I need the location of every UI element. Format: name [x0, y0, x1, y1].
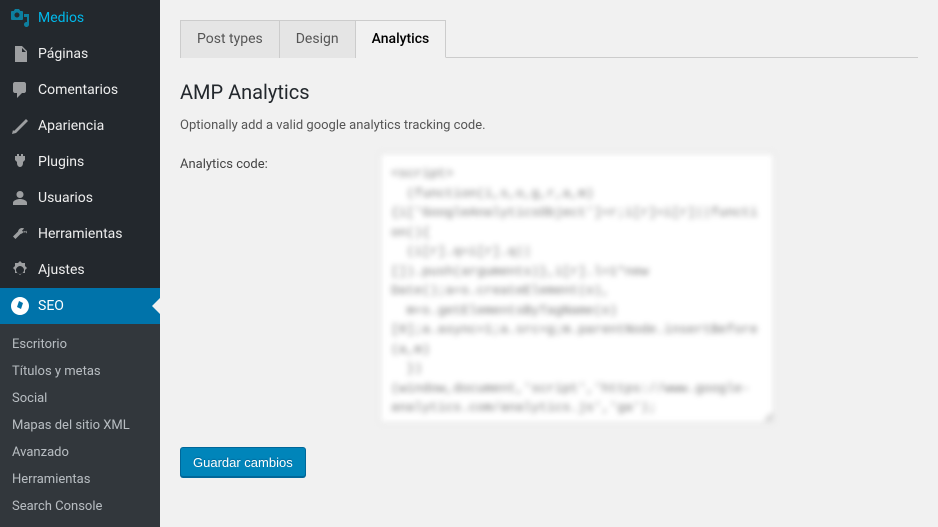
- sidebar-item-label: Páginas: [38, 46, 88, 62]
- submenu-item-search-console[interactable]: Search Console: [0, 493, 160, 520]
- submenu-item-dashboard[interactable]: Escritorio: [0, 331, 160, 358]
- sidebar-item-media[interactable]: Medios: [0, 0, 160, 36]
- sidebar-item-appearance[interactable]: Apariencia: [0, 108, 160, 144]
- sidebar-item-label: Herramientas: [38, 226, 123, 242]
- sidebar-item-label: Apariencia: [38, 118, 104, 134]
- tab-analytics[interactable]: Analytics: [356, 20, 447, 58]
- section-title: AMP Analytics: [180, 80, 918, 104]
- seo-submenu: Escritorio Títulos y metas Social Mapas …: [0, 324, 160, 527]
- sidebar-item-plugins[interactable]: Plugins: [0, 144, 160, 180]
- sidebar-item-pages[interactable]: Páginas: [0, 36, 160, 72]
- submenu-item-sitemaps[interactable]: Mapas del sitio XML: [0, 412, 160, 439]
- tools-icon: [10, 224, 30, 244]
- tab-post-types[interactable]: Post types: [180, 20, 280, 58]
- sidebar-item-tools[interactable]: Herramientas: [0, 216, 160, 252]
- settings-icon: [10, 260, 30, 280]
- plugins-icon: [10, 152, 30, 172]
- admin-sidebar: Medios Páginas Comentarios Apariencia Pl…: [0, 0, 160, 513]
- comments-icon: [10, 80, 30, 100]
- media-icon: [10, 8, 30, 28]
- submenu-item-social[interactable]: Social: [0, 385, 160, 412]
- submenu-item-advanced[interactable]: Avanzado: [0, 439, 160, 466]
- sidebar-item-label: SEO: [38, 298, 64, 314]
- sidebar-item-seo[interactable]: SEO: [0, 288, 160, 324]
- tab-design[interactable]: Design: [280, 20, 356, 58]
- main-content: Post types Design Analytics AMP Analytic…: [160, 0, 938, 513]
- sidebar-item-label: Comentarios: [38, 82, 118, 98]
- analytics-code-label: Analytics code:: [180, 153, 380, 172]
- save-button[interactable]: Guardar cambios: [180, 447, 306, 477]
- section-description: Optionally add a valid google analytics …: [180, 118, 918, 133]
- submenu-item-tools[interactable]: Herramientas: [0, 466, 160, 493]
- sidebar-item-label: Ajustes: [38, 262, 85, 278]
- seo-icon: [10, 296, 30, 316]
- sidebar-item-users[interactable]: Usuarios: [0, 180, 160, 216]
- sidebar-item-label: Usuarios: [38, 190, 93, 206]
- sidebar-item-settings[interactable]: Ajustes: [0, 252, 160, 288]
- sidebar-item-comments[interactable]: Comentarios: [0, 72, 160, 108]
- analytics-code-input[interactable]: [380, 153, 774, 423]
- sidebar-item-label: Medios: [38, 10, 84, 26]
- users-icon: [10, 188, 30, 208]
- pages-icon: [10, 44, 30, 64]
- appearance-icon: [10, 116, 30, 136]
- submenu-item-titles[interactable]: Títulos y metas: [0, 358, 160, 385]
- analytics-code-row: Analytics code:: [180, 153, 918, 427]
- sidebar-item-label: Plugins: [38, 154, 84, 170]
- settings-tabs: Post types Design Analytics: [180, 20, 918, 58]
